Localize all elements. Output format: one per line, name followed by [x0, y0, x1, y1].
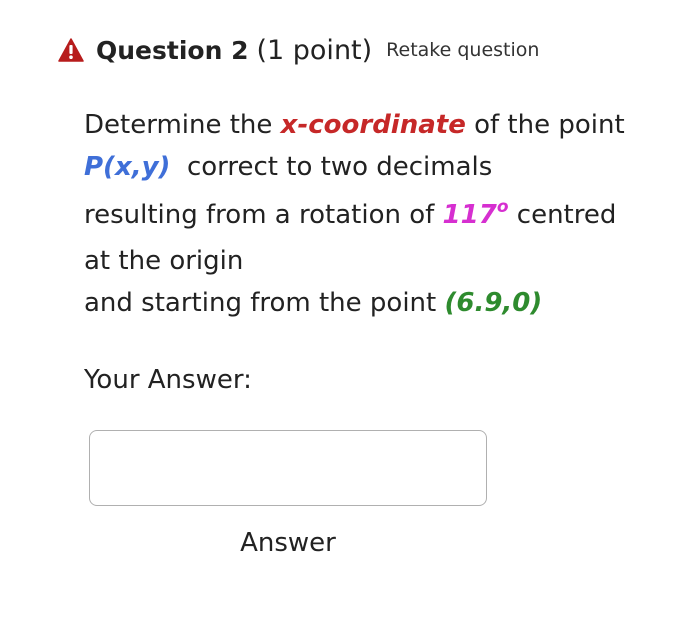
- answer-caption: Answer: [240, 528, 336, 558]
- question-text-segment: at the origin: [84, 246, 244, 276]
- question-text: Determine the x-coordinate of the point …: [84, 112, 674, 332]
- question-text-segment: centred: [508, 200, 617, 230]
- answer-input[interactable]: [89, 430, 487, 506]
- question-text-segment: resulting from a rotation of: [84, 200, 443, 230]
- question-text-segment: Determine the: [84, 110, 281, 140]
- highlighted-term: (6.9,0): [444, 288, 543, 318]
- highlighted-term: x-coordinate: [280, 110, 466, 140]
- question-line: Determine the x-coordinate of the point: [84, 112, 674, 154]
- question-text-segment: of the point: [465, 110, 625, 140]
- question-text-segment: and starting from the point: [84, 288, 445, 318]
- retake-question-link[interactable]: Retake question: [386, 39, 539, 61]
- highlighted-term: 117: [442, 200, 497, 230]
- question-text-segment: correct to two decimals: [170, 152, 493, 182]
- warning-triangle-icon: [58, 38, 84, 62]
- question-line: and starting from the point (6.9,0): [84, 290, 674, 332]
- question-points: (1 point): [256, 34, 373, 66]
- question-title: Question 2: [96, 35, 249, 65]
- your-answer-label: Your Answer:: [84, 365, 252, 395]
- highlighted-term: o: [496, 197, 509, 217]
- question-line: at the origin: [84, 248, 674, 290]
- question-line: P(x,y) correct to two decimals: [84, 154, 674, 202]
- question-header: Question 2 (1 point) Retake question: [58, 30, 539, 70]
- question-line: resulting from a rotation of 117o centre…: [84, 199, 674, 248]
- highlighted-term: P(x,y): [84, 152, 171, 182]
